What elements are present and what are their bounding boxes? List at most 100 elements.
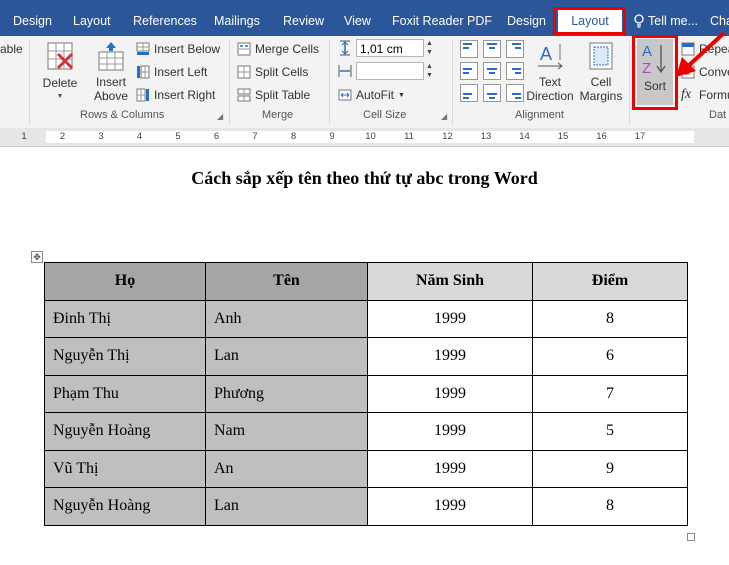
insert-right-label: Insert Right <box>154 88 216 102</box>
annotation-arrow-icon <box>676 31 726 77</box>
cell-ho[interactable]: Phạm Thu <box>44 374 206 413</box>
cell-ho[interactable]: Nguyễn Thị <box>44 337 206 376</box>
table-row: Nguyễn Thị Lan 1999 6 <box>44 337 688 376</box>
group-divider <box>229 40 230 124</box>
cell-nam-sinh[interactable]: 1999 <box>367 487 533 526</box>
cell-diem[interactable]: 8 <box>532 487 688 526</box>
align-top-left-icon[interactable] <box>460 40 478 58</box>
cell-nam-sinh[interactable]: 1999 <box>367 337 533 376</box>
text-direction-icon: A <box>538 44 563 70</box>
insert-above-label-line1: Insert <box>95 75 126 89</box>
header-nam-sinh[interactable]: Năm Sinh <box>367 262 533 301</box>
delete-button[interactable]: Delete ▼ <box>38 40 82 104</box>
tab-review[interactable]: Review <box>283 8 324 34</box>
cell-ho[interactable]: Vũ Thị <box>44 449 206 488</box>
document-page[interactable]: Cách sắp xếp tên theo thứ tự abc trong W… <box>0 147 729 565</box>
insert-above-button[interactable]: Insert Above <box>90 40 132 103</box>
split-table-button[interactable]: Split Table <box>237 85 310 105</box>
ruler-number: 13 <box>480 131 492 142</box>
tab-references[interactable]: References <box>133 8 197 34</box>
insert-below-button[interactable]: Insert Below <box>136 39 220 59</box>
header-ho[interactable]: Họ <box>44 262 206 301</box>
align-bottom-left-icon[interactable] <box>460 84 478 102</box>
cell-ten[interactable]: Lan <box>205 487 368 526</box>
align-middle-center-icon[interactable] <box>483 62 501 80</box>
column-width-icon <box>338 65 352 77</box>
table-header-row: Họ Tên Năm Sinh Điểm <box>44 262 688 301</box>
cell-diem[interactable]: 9 <box>532 449 688 488</box>
cell-ten[interactable]: Anh <box>205 299 368 338</box>
header-ten[interactable]: Tên <box>205 262 368 301</box>
group-divider <box>629 40 630 124</box>
data-table[interactable]: Họ Tên Năm Sinh Điểm Đinh Thị Anh 1999 8 Ngu… <box>44 262 688 526</box>
merge-group-label: Merge <box>262 109 294 121</box>
horizontal-ruler[interactable]: 1 2 3 4 5 6 7 8 9 10 11 12 13 14 15 16 17 <box>0 128 729 147</box>
tab-mailings[interactable]: Mailings <box>214 8 260 34</box>
dialog-launcher-icon[interactable]: ◢ <box>217 112 225 121</box>
align-bottom-right-icon[interactable] <box>506 84 524 102</box>
tab-layout[interactable]: Layout <box>73 8 111 34</box>
column-width-input[interactable] <box>356 62 424 80</box>
cell-ho[interactable]: Nguyễn Hoàng <box>44 487 206 526</box>
align-top-right-icon[interactable] <box>506 40 524 58</box>
cell-diem[interactable]: 5 <box>532 412 688 451</box>
merge-cells-button[interactable]: Merge Cells <box>237 39 319 59</box>
table-row: Vũ Thị An 1999 9 <box>44 449 688 488</box>
tab-table-design[interactable]: Design <box>507 8 546 34</box>
split-cells-button[interactable]: Split Cells <box>237 62 308 82</box>
insert-right-button[interactable]: Insert Right <box>136 85 215 105</box>
ruler-number: 2 <box>59 131 66 142</box>
group-divider <box>329 40 330 124</box>
svg-text:A: A <box>540 44 552 64</box>
row-height-input[interactable]: 1,01 cm <box>356 39 424 57</box>
cell-diem[interactable]: 8 <box>532 299 688 338</box>
cell-ho[interactable]: Đinh Thị <box>44 299 206 338</box>
cell-ten[interactable]: An <box>205 449 368 488</box>
column-width-spinner[interactable]: ▲ ▼ <box>426 62 433 80</box>
cell-diem[interactable]: 6 <box>532 337 688 376</box>
align-middle-left-icon[interactable] <box>460 62 478 80</box>
cell-ho[interactable]: Nguyễn Hoàng <box>44 412 206 451</box>
rows-columns-group-label: Rows & Columns <box>80 109 165 121</box>
ruler-number: 10 <box>365 131 376 142</box>
row-height-spinner[interactable]: ▲ ▼ <box>426 39 433 57</box>
table-resize-handle[interactable] <box>687 533 695 541</box>
cell-ten[interactable]: Nam <box>205 412 368 451</box>
group-divider <box>29 40 30 124</box>
align-middle-right-icon[interactable] <box>506 62 524 80</box>
row-height-icon <box>340 40 350 56</box>
cell-nam-sinh[interactable]: 1999 <box>367 449 533 488</box>
align-top-center-icon[interactable] <box>483 40 501 58</box>
cell-nam-sinh[interactable]: 1999 <box>367 374 533 413</box>
header-diem[interactable]: Điểm <box>532 262 688 301</box>
cell-nam-sinh[interactable]: 1999 <box>367 412 533 451</box>
tab-design[interactable]: Design <box>13 8 52 34</box>
insert-above-label-line2: Above <box>93 89 129 103</box>
text-direction-button[interactable]: A Text Direction <box>524 40 576 103</box>
insert-left-button[interactable]: Insert Left <box>136 62 207 82</box>
cell-ten[interactable]: Phương <box>205 374 368 413</box>
ruler-number: 1 <box>21 131 27 142</box>
chevron-down-icon: ▼ <box>56 93 64 100</box>
cell-ten[interactable]: Lan <box>205 337 368 376</box>
delete-label: Delete <box>42 76 78 90</box>
ruler-number: 11 <box>404 131 414 142</box>
cell-diem[interactable]: 7 <box>532 374 688 413</box>
tab-foxit-reader-pdf[interactable]: Foxit Reader PDF <box>392 8 492 34</box>
dialog-launcher-icon[interactable]: ◢ <box>441 112 449 121</box>
table-group-clipped[interactable]: able <box>0 42 23 56</box>
tab-view[interactable]: View <box>344 8 371 34</box>
table-move-handle-icon[interactable]: ✥ <box>31 251 43 263</box>
group-divider <box>452 40 453 124</box>
insert-below-icon <box>136 42 150 55</box>
autofit-button[interactable]: AutoFit ▼ <box>338 85 405 105</box>
align-bottom-center-icon[interactable] <box>483 84 501 102</box>
table-row: Nguyễn Hoàng Nam 1999 5 <box>44 412 688 451</box>
table-row: Đinh Thị Anh 1999 8 <box>44 299 688 338</box>
autofit-label: AutoFit <box>356 88 395 102</box>
cell-nam-sinh[interactable]: 1999 <box>367 299 533 338</box>
insert-above-icon <box>98 42 124 71</box>
cell-margins-button[interactable]: Cell Margins <box>578 40 624 103</box>
formula-button[interactable]: fx Formu <box>681 85 729 105</box>
text-direction-label-line1: Text <box>538 75 561 89</box>
